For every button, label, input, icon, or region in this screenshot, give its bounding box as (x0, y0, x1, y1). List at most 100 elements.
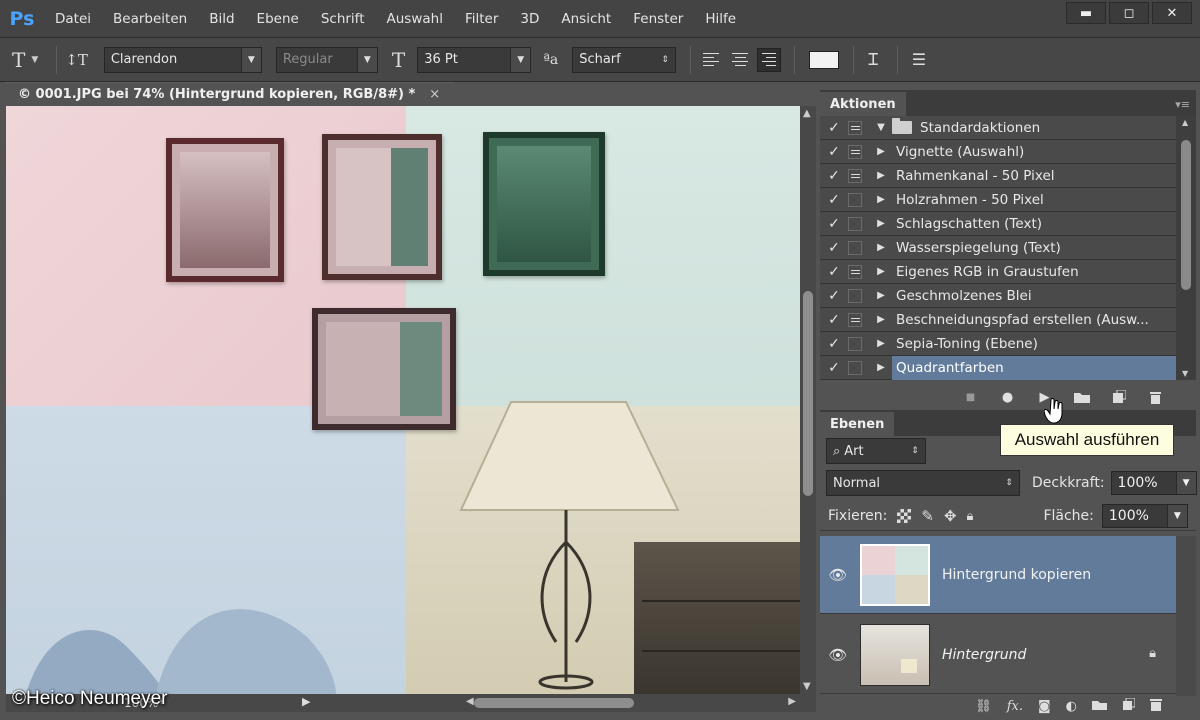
adjustment-icon[interactable]: ◐ (1066, 699, 1077, 714)
layer-row[interactable]: 👁︎ Hintergrund 🔒︎ (820, 616, 1176, 694)
align-right-button[interactable] (757, 47, 782, 72)
action-row[interactable]: ✓ ▶ Quadrantfarben (820, 355, 1176, 380)
collapsed-triangle-icon[interactable]: ▶ (870, 146, 892, 157)
lock-transparency-icon[interactable] (897, 509, 912, 523)
new-action-icon[interactable] (1110, 390, 1127, 404)
align-left-button[interactable] (699, 48, 723, 72)
maximize-button[interactable]: ◻ (1109, 2, 1149, 24)
dialog-toggle-icon[interactable] (848, 312, 862, 327)
menu-ansicht[interactable]: Ansicht (550, 11, 622, 27)
check-icon[interactable]: ✓ (820, 192, 848, 208)
actions-scrollbar[interactable]: ▲ ▼ (1176, 116, 1196, 380)
fx-icon[interactable]: fx. (1007, 699, 1023, 714)
scroll-up-icon[interactable]: ▲ (803, 108, 811, 119)
menu-fenster[interactable]: Fenster (622, 11, 694, 27)
visibility-eye-icon[interactable]: 👁︎ (820, 646, 856, 664)
menu-bearbeiten[interactable]: Bearbeiten (102, 11, 198, 27)
menu-filter[interactable]: Filter (454, 11, 509, 27)
check-icon[interactable]: ✓ (820, 240, 848, 256)
layer-name[interactable]: Hintergrund kopieren (942, 567, 1091, 583)
close-tab-icon[interactable]: × (429, 87, 440, 102)
collapsed-triangle-icon[interactable]: ▶ (870, 170, 892, 181)
layer-name[interactable]: Hintergrund (942, 647, 1026, 663)
dialog-toggle-icon[interactable] (848, 216, 862, 231)
close-button[interactable]: ✕ (1152, 2, 1192, 24)
check-icon[interactable]: ✓ (820, 216, 848, 232)
menu-schrift[interactable]: Schrift (310, 11, 376, 27)
mask-icon[interactable]: ◙ (1038, 699, 1051, 714)
check-icon[interactable]: ✓ (820, 336, 848, 352)
action-row[interactable]: ✓ ▶ Beschneidungspfad erstellen (Ausw... (820, 308, 1176, 332)
scroll-right-icon[interactable]: ▶ (302, 695, 310, 708)
menu-ebene[interactable]: Ebene (246, 11, 310, 27)
lock-move-icon[interactable]: ✥ (944, 507, 957, 525)
check-icon[interactable]: ✓ (820, 144, 848, 160)
dialog-toggle-icon[interactable] (848, 120, 862, 135)
tool-preset-chevron-icon[interactable]: ▼ (31, 55, 38, 65)
scroll-down-icon[interactable]: ▼ (1182, 369, 1188, 378)
collapsed-triangle-icon[interactable]: ▶ (870, 338, 892, 349)
warp-text-icon[interactable]: Ꮖ (868, 50, 879, 70)
dialog-toggle-icon[interactable] (848, 192, 862, 207)
menu-datei[interactable]: Datei (44, 11, 102, 27)
dialog-toggle-icon[interactable] (848, 240, 862, 255)
check-icon[interactable]: ✓ (820, 120, 848, 136)
menu-hilfe[interactable]: Hilfe (694, 11, 747, 27)
dialog-toggle-icon[interactable] (848, 168, 862, 183)
document-canvas[interactable] (6, 106, 800, 694)
character-panel-icon[interactable]: ☰ (912, 50, 926, 69)
dialog-toggle-icon[interactable] (848, 288, 862, 303)
type-tool-icon[interactable]: T (12, 48, 25, 72)
blend-mode-select[interactable]: Normal ⇕ (826, 470, 1020, 496)
collapsed-triangle-icon[interactable]: ▶ (870, 242, 892, 253)
record-icon[interactable]: ● (999, 390, 1016, 405)
horizontal-scrollbar[interactable]: ▶ ◀ ▶ (302, 694, 816, 712)
dialog-toggle-icon[interactable] (848, 336, 862, 351)
layer-row[interactable]: 👁︎ Hintergrund kopieren (820, 536, 1176, 614)
check-icon[interactable]: ✓ (820, 288, 848, 304)
visibility-eye-icon[interactable]: 👁︎ (820, 566, 856, 584)
menu-auswahl[interactable]: Auswahl (376, 11, 454, 27)
action-row[interactable]: ✓ ▶ Schlagschatten (Text) (820, 212, 1176, 236)
collapsed-triangle-icon[interactable]: ▶ (870, 218, 892, 229)
check-icon[interactable]: ✓ (820, 168, 848, 184)
vertical-scroll-thumb[interactable] (803, 291, 813, 496)
collapsed-triangle-icon[interactable]: ▶ (870, 266, 892, 277)
scroll-down-icon[interactable]: ▼ (803, 681, 811, 692)
text-orientation-icon[interactable]: ↕T (65, 51, 88, 69)
layer-filter-select[interactable]: ⌕ Art ⇕ (826, 438, 926, 464)
antialias-select[interactable]: Scharf ⇕ (572, 46, 677, 73)
action-row[interactable]: ✓ ▶ Holzrahmen - 50 Pixel (820, 188, 1176, 212)
actions-scroll-thumb[interactable] (1181, 140, 1191, 290)
link-icon[interactable]: ⛓︎ (975, 699, 992, 714)
opacity-field[interactable]: 100% ▼ (1110, 471, 1197, 495)
align-center-button[interactable] (728, 48, 752, 72)
lock-all-icon[interactable]: 🔒︎ (967, 509, 974, 524)
action-row[interactable]: ✓ ▶ Wasserspiegelung (Text) (820, 236, 1176, 260)
action-row[interactable]: ✓ ▶ Vignette (Auswahl) (820, 140, 1176, 164)
scroll-up-icon[interactable]: ▲ (1182, 118, 1188, 127)
vertical-scrollbar[interactable]: ▲ ▼ (800, 106, 816, 694)
action-set-row[interactable]: ✓ ▼ Standardaktionen (820, 116, 1176, 140)
document-tab[interactable]: © 0001.JPG bei 74% (Hintergrund kopieren… (6, 82, 454, 106)
tab-aktionen[interactable]: Aktionen (820, 92, 906, 116)
font-size-select[interactable]: 36 Pt ▼ (417, 46, 532, 73)
new-set-folder-icon[interactable] (1073, 391, 1090, 403)
dialog-toggle-icon[interactable] (848, 360, 862, 375)
collapsed-triangle-icon[interactable]: ▶ (870, 290, 892, 301)
horizontal-scroll-thumb[interactable] (474, 698, 634, 708)
collapsed-triangle-icon[interactable]: ▶ (870, 314, 892, 325)
text-color-swatch[interactable] (809, 50, 840, 69)
menu-3d[interactable]: 3D (509, 11, 550, 27)
trash-icon[interactable] (1147, 390, 1164, 404)
scroll-right-icon[interactable]: ▶ (788, 696, 796, 707)
action-row[interactable]: ✓ ▶ Eigenes RGB in Graustufen (820, 260, 1176, 284)
panel-menu-icon[interactable]: ▾≡ (1175, 98, 1190, 111)
font-family-select[interactable]: Clarendon ▼ (103, 46, 262, 73)
collapsed-triangle-icon[interactable]: ▶ (870, 194, 892, 205)
tab-ebenen[interactable]: Ebenen (820, 412, 895, 436)
fill-field[interactable]: 100% ▼ (1101, 504, 1188, 528)
new-layer-icon[interactable] (1122, 697, 1136, 715)
collapsed-triangle-icon[interactable]: ▶ (870, 362, 892, 373)
group-folder-icon[interactable] (1092, 699, 1107, 714)
